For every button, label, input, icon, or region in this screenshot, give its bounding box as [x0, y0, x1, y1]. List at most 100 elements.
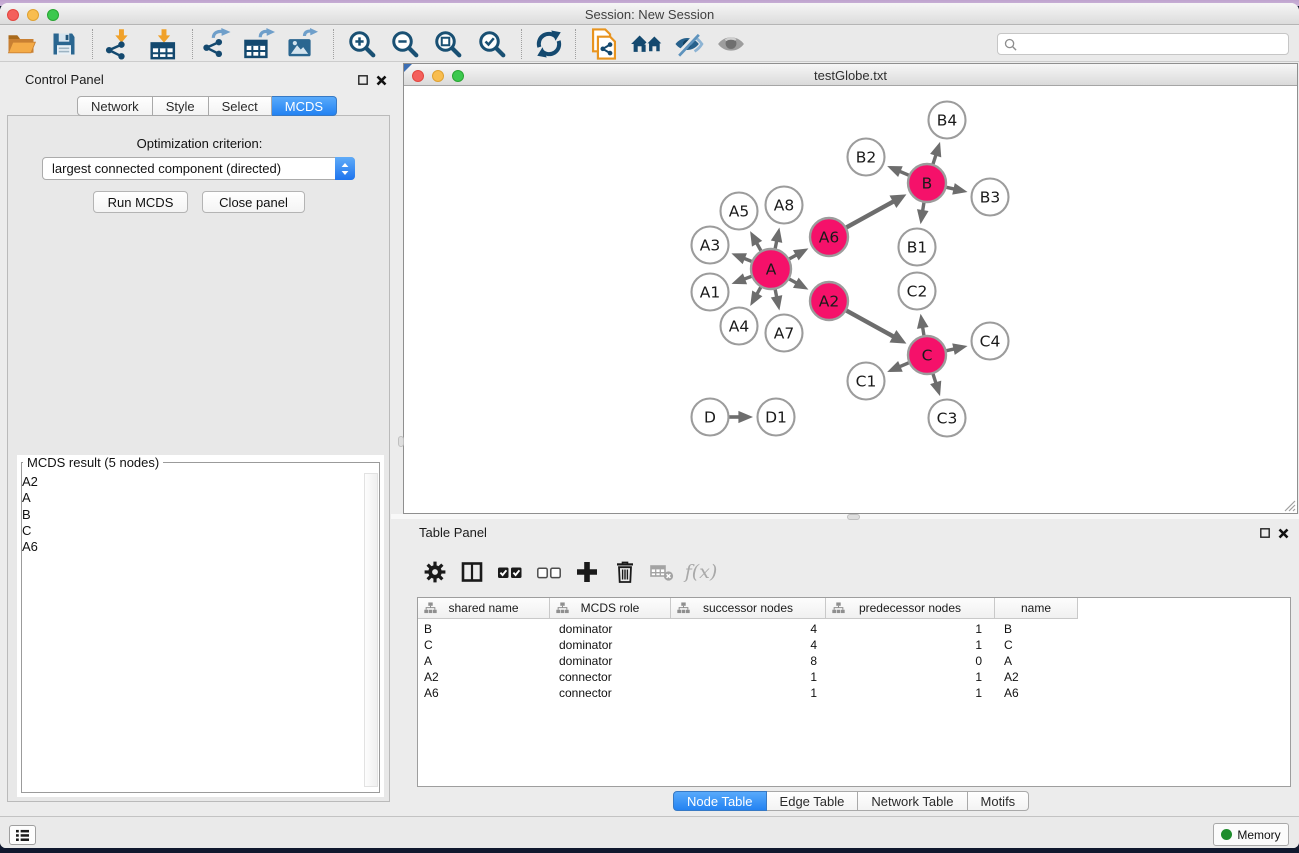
table-panel-close-button[interactable] — [1276, 526, 1290, 540]
result-scrollbar[interactable] — [364, 473, 378, 787]
tab-style[interactable]: Style — [153, 96, 209, 116]
select-all-columns-button[interactable] — [492, 556, 528, 588]
import-table-button[interactable] — [145, 28, 183, 60]
edge-D-D1[interactable] — [727, 411, 754, 423]
tab-select[interactable]: Select — [209, 96, 272, 116]
tab-edge-table[interactable]: Edge Table — [767, 791, 859, 811]
close-panel-button[interactable]: Close panel — [202, 191, 305, 213]
graph-node-A8[interactable]: A8 — [766, 187, 803, 224]
edge-B-B2[interactable] — [887, 166, 911, 177]
table-panel-float-button[interactable] — [1258, 526, 1272, 540]
edge-A-A8[interactable] — [771, 228, 782, 252]
table-settings-button[interactable] — [417, 556, 453, 588]
show-all-button[interactable] — [712, 28, 750, 60]
delete-table-button[interactable] — [645, 556, 681, 588]
graph-node-B[interactable]: B — [908, 164, 946, 202]
tab-node-table[interactable]: Node Table — [673, 791, 767, 811]
table-row[interactable]: Bdominator41B — [418, 621, 1078, 637]
graph-node-B1[interactable]: B1 — [899, 229, 936, 266]
export-image-button[interactable] — [283, 28, 321, 60]
column-header-mcds-role[interactable]: MCDS role — [550, 598, 671, 619]
edge-A-A7[interactable] — [771, 287, 782, 311]
edge-A-A6[interactable] — [787, 248, 809, 260]
table-row[interactable]: Cdominator41C — [418, 637, 1078, 653]
graph-node-A1[interactable]: A1 — [692, 274, 729, 311]
search-field[interactable] — [997, 33, 1289, 55]
refresh-button[interactable] — [530, 28, 568, 60]
fit-content-button[interactable] — [429, 28, 467, 60]
edge-A-A5[interactable] — [750, 231, 762, 253]
graph-node-A6[interactable]: A6 — [810, 218, 848, 256]
edge-A-A4[interactable] — [750, 285, 762, 306]
first-neighbors-button[interactable] — [628, 28, 666, 60]
memory-button[interactable]: Memory — [1213, 823, 1289, 846]
create-column-button[interactable] — [569, 556, 605, 588]
graph-node-B2[interactable]: B2 — [848, 139, 885, 176]
result-item[interactable]: A — [22, 490, 362, 506]
graph-node-B4[interactable]: B4 — [929, 102, 966, 139]
table-row[interactable]: Adominator80A — [418, 653, 1078, 669]
graph-node-C3[interactable]: C3 — [929, 400, 966, 437]
export-table-button[interactable] — [240, 28, 278, 60]
graph-node-A4[interactable]: A4 — [721, 308, 758, 345]
splitter-handle-vertical[interactable] — [398, 436, 404, 447]
graph-node-D[interactable]: D — [692, 399, 729, 436]
run-mcds-button[interactable]: Run MCDS — [93, 191, 188, 213]
graph-node-A2[interactable]: A2 — [810, 282, 848, 320]
graph-node-C2[interactable]: C2 — [899, 273, 936, 310]
clone-network-button[interactable] — [585, 28, 623, 60]
save-session-button[interactable] — [45, 28, 83, 60]
edge-A-A2[interactable] — [787, 278, 809, 290]
result-item[interactable]: A6 — [22, 539, 362, 555]
network-graph[interactable]: A A6 A2 B C A1 A3A5A8 A4A7 B1 B2 B3 B4 C1 C2 C3 C4 D D1 — [404, 85, 1297, 512]
tab-mcds[interactable]: MCDS — [272, 96, 337, 116]
graph-node-A7[interactable]: A7 — [766, 315, 803, 352]
show-column-button[interactable] — [454, 556, 490, 588]
column-header-predecessor-nodes[interactable]: predecessor nodes — [826, 598, 995, 619]
task-history-button[interactable] — [9, 825, 36, 845]
export-network-button[interactable] — [198, 28, 236, 60]
graph-node-C4[interactable]: C4 — [972, 323, 1009, 360]
edge-B-B1[interactable] — [917, 200, 929, 224]
graph-node-A[interactable]: A — [751, 249, 791, 289]
graph-node-A3[interactable]: A3 — [692, 227, 729, 264]
function-builder-button[interactable]: f(x) — [683, 556, 719, 588]
tab-motifs[interactable]: Motifs — [968, 791, 1030, 811]
edge-A6-B[interactable] — [844, 194, 907, 228]
edge-A2-C[interactable] — [844, 309, 907, 343]
graph-node-A5[interactable]: A5 — [721, 193, 758, 230]
tab-network[interactable]: Network — [77, 96, 153, 116]
result-item[interactable]: A2 — [22, 474, 362, 490]
edge-C-C2[interactable] — [917, 314, 929, 338]
result-item[interactable]: C — [22, 523, 362, 539]
unselect-all-columns-button[interactable] — [531, 556, 567, 588]
column-header-successor-nodes[interactable]: successor nodes — [671, 598, 826, 619]
split-divider[interactable] — [391, 514, 1299, 519]
table-row[interactable]: A2connector11A2 — [418, 669, 1078, 685]
edge-C-C1[interactable] — [887, 361, 911, 372]
search-input[interactable] — [1021, 37, 1288, 51]
edge-B-B3[interactable] — [944, 183, 968, 194]
zoom-out-button[interactable] — [386, 28, 424, 60]
delete-column-button[interactable] — [607, 556, 643, 588]
edge-B-B4[interactable] — [930, 142, 941, 167]
import-network-button[interactable] — [100, 28, 138, 60]
table-row[interactable]: A6connector11A6 — [418, 685, 1078, 701]
zoom-selected-button[interactable] — [473, 28, 511, 60]
tab-network-table[interactable]: Network Table — [858, 791, 967, 811]
graph-node-D1[interactable]: D1 — [758, 399, 795, 436]
graph-node-C1[interactable]: C1 — [848, 363, 885, 400]
control-panel-float-button[interactable] — [356, 73, 370, 87]
splitter-handle-horizontal[interactable] — [847, 514, 860, 520]
open-file-button[interactable] — [2, 28, 40, 60]
column-header-shared-name[interactable]: shared name — [418, 598, 550, 619]
hide-selected-button[interactable] — [670, 28, 708, 60]
network-window-titlebar[interactable]: testGlobe.txt — [404, 64, 1297, 86]
graph-node-C[interactable]: C — [908, 336, 946, 374]
graph-node-B3[interactable]: B3 — [972, 179, 1009, 216]
zoom-in-button[interactable] — [343, 28, 381, 60]
criterion-dropdown[interactable]: largest connected component (directed) — [42, 157, 355, 180]
edge-C-C4[interactable] — [944, 343, 968, 354]
edge-C-C3[interactable] — [930, 371, 941, 396]
column-header-name[interactable]: name — [995, 598, 1078, 619]
